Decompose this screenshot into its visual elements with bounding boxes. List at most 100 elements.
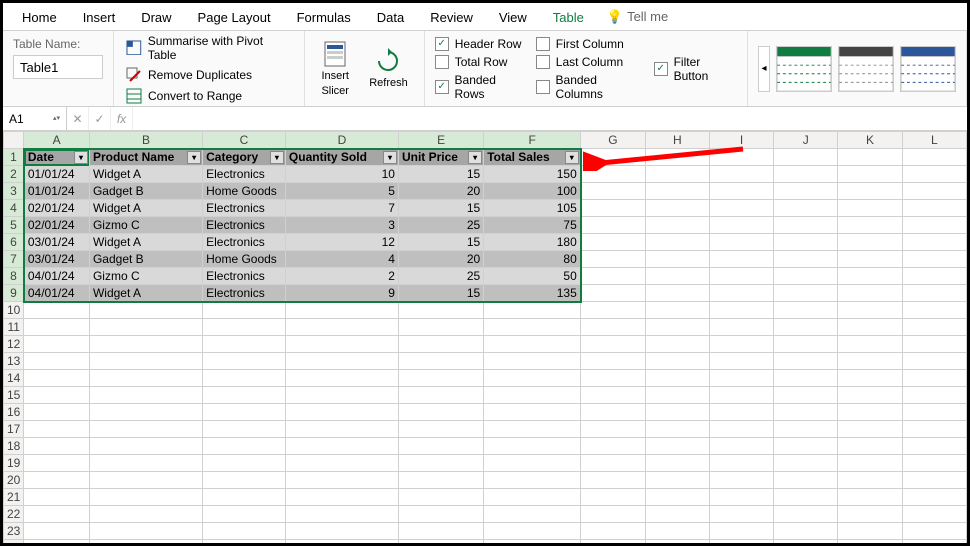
cell[interactable] (709, 387, 773, 404)
cell[interactable] (24, 387, 90, 404)
cell[interactable] (902, 251, 966, 268)
table-style-swatch[interactable] (776, 46, 832, 92)
cell[interactable] (203, 319, 286, 336)
cell[interactable] (581, 455, 645, 472)
cell[interactable] (774, 200, 838, 217)
table-header-cell[interactable]: Quantity Sold▾ (285, 149, 398, 166)
cell[interactable] (902, 404, 966, 421)
cell[interactable] (581, 370, 645, 387)
cell[interactable] (709, 489, 773, 506)
cell[interactable] (203, 489, 286, 506)
cell[interactable] (645, 404, 709, 421)
cell[interactable] (484, 302, 581, 319)
cell[interactable] (581, 387, 645, 404)
cell[interactable] (709, 336, 773, 353)
cell[interactable] (581, 166, 645, 183)
cell[interactable] (203, 540, 286, 544)
table-cell[interactable]: Widget A (89, 285, 202, 302)
cell[interactable] (902, 302, 966, 319)
cell[interactable] (838, 404, 902, 421)
cell[interactable] (838, 421, 902, 438)
cell[interactable] (581, 285, 645, 302)
tell-me-search[interactable]: 💡 Tell me (597, 9, 678, 25)
cell[interactable] (89, 489, 202, 506)
cell[interactable] (285, 370, 398, 387)
cell[interactable] (285, 455, 398, 472)
row-header[interactable]: 22 (4, 506, 24, 523)
table-cell[interactable]: Home Goods (203, 183, 286, 200)
cell[interactable] (581, 336, 645, 353)
select-all-corner[interactable] (4, 132, 24, 149)
cell[interactable] (838, 387, 902, 404)
cell[interactable] (645, 234, 709, 251)
row-header[interactable]: 3 (4, 183, 24, 200)
cell[interactable] (203, 506, 286, 523)
row-header[interactable]: 18 (4, 438, 24, 455)
cell[interactable] (709, 234, 773, 251)
row-header[interactable]: 5 (4, 217, 24, 234)
table-cell[interactable]: 150 (484, 166, 581, 183)
cell[interactable] (774, 455, 838, 472)
total-row-check[interactable]: Total Row (435, 55, 528, 69)
cell[interactable] (89, 336, 202, 353)
row-header[interactable]: 11 (4, 319, 24, 336)
cell[interactable] (89, 353, 202, 370)
cell[interactable] (774, 319, 838, 336)
column-header[interactable]: G (581, 132, 645, 149)
cell[interactable] (89, 319, 202, 336)
cell[interactable] (581, 523, 645, 540)
summarise-pivot-button[interactable]: Summarise with Pivot Table (124, 33, 294, 63)
cell[interactable] (285, 540, 398, 544)
cell[interactable] (203, 387, 286, 404)
cell[interactable] (285, 319, 398, 336)
cell[interactable] (285, 523, 398, 540)
cell[interactable] (581, 540, 645, 544)
cell[interactable] (203, 404, 286, 421)
row-header[interactable]: 19 (4, 455, 24, 472)
cell[interactable] (645, 455, 709, 472)
cell[interactable] (774, 438, 838, 455)
cell[interactable] (484, 523, 581, 540)
cell[interactable] (645, 336, 709, 353)
filter-dropdown-icon[interactable]: ▾ (468, 151, 482, 164)
cell[interactable] (285, 404, 398, 421)
table-cell[interactable]: Gizmo C (89, 268, 202, 285)
cell[interactable] (902, 268, 966, 285)
row-header[interactable]: 16 (4, 404, 24, 421)
cell[interactable] (838, 523, 902, 540)
cell[interactable] (203, 455, 286, 472)
table-cell[interactable]: 3 (285, 217, 398, 234)
cell[interactable] (645, 421, 709, 438)
cell[interactable] (709, 472, 773, 489)
cell[interactable] (902, 166, 966, 183)
table-cell[interactable]: 01/01/24 (24, 183, 90, 200)
cell[interactable] (398, 489, 483, 506)
cell[interactable] (484, 404, 581, 421)
cell[interactable] (398, 370, 483, 387)
cell[interactable] (398, 540, 483, 544)
cell[interactable] (709, 268, 773, 285)
tab-table[interactable]: Table (540, 5, 597, 29)
table-cell[interactable]: 100 (484, 183, 581, 200)
cell[interactable] (581, 319, 645, 336)
cell[interactable] (398, 472, 483, 489)
cell[interactable] (774, 251, 838, 268)
cell[interactable] (902, 438, 966, 455)
cell[interactable] (285, 353, 398, 370)
table-cell[interactable]: Electronics (203, 166, 286, 183)
table-cell[interactable]: Widget A (89, 234, 202, 251)
cell[interactable] (709, 523, 773, 540)
table-cell[interactable]: 15 (398, 166, 483, 183)
column-header[interactable]: B (89, 132, 202, 149)
column-header[interactable]: E (398, 132, 483, 149)
cell[interactable] (581, 268, 645, 285)
cell[interactable] (581, 472, 645, 489)
cell[interactable] (902, 506, 966, 523)
table-cell[interactable]: 04/01/24 (24, 285, 90, 302)
cell[interactable] (484, 438, 581, 455)
cell[interactable] (484, 370, 581, 387)
cell[interactable] (484, 387, 581, 404)
cell[interactable] (709, 540, 773, 544)
table-cell[interactable]: 75 (484, 217, 581, 234)
cell[interactable] (902, 234, 966, 251)
